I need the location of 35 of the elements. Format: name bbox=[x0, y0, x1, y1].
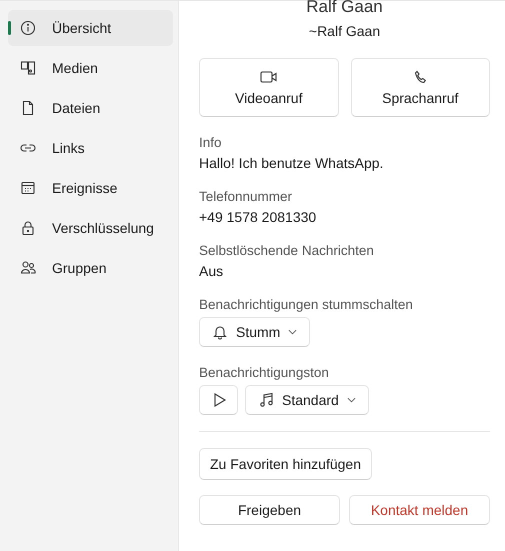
sidebar-item[interactable]: Medien bbox=[8, 50, 173, 86]
sidebar-item[interactable]: Ereignisse bbox=[8, 170, 173, 206]
field-value: +49 1578 2081330 bbox=[199, 209, 318, 225]
bell-icon bbox=[212, 324, 228, 340]
chevron-down-icon bbox=[288, 329, 298, 335]
people-icon bbox=[20, 260, 36, 276]
field-value: Aus bbox=[199, 263, 224, 279]
info-icon bbox=[20, 20, 36, 36]
sidebar-item[interactable]: Verschlüsselung bbox=[8, 210, 173, 246]
field-label: Selbstlöschende Nachrichten bbox=[199, 243, 375, 258]
field-label: Telefonnummer bbox=[199, 189, 294, 204]
report-contact-button[interactable]: Kontakt melden bbox=[349, 495, 490, 525]
music-note-icon bbox=[258, 392, 274, 408]
field-label: Benachrichtigungen stummschalten bbox=[199, 297, 414, 312]
lock-icon bbox=[20, 220, 36, 236]
calendar-icon bbox=[20, 180, 36, 196]
share-button[interactable]: Freigeben bbox=[199, 495, 340, 525]
voice-call-button[interactable]: Sprachanruf bbox=[350, 58, 490, 117]
sidebar-item[interactable]: Dateien bbox=[8, 90, 173, 126]
video-camera-icon bbox=[260, 70, 278, 84]
media-icon bbox=[20, 60, 36, 76]
add-favorite-button[interactable]: Zu Favoriten hinzufügen bbox=[199, 448, 372, 480]
field-label: Benachrichtigungston bbox=[199, 365, 330, 380]
contact-push-name: ~Ralf Gaan bbox=[308, 23, 382, 39]
play-button[interactable] bbox=[199, 385, 238, 415]
sidebar-item[interactable]: Übersicht bbox=[8, 10, 173, 46]
field-value: Hallo! Ich benutze WhatsApp. bbox=[199, 155, 384, 171]
file-icon bbox=[20, 100, 36, 116]
video-call-button[interactable]: Videoanruf bbox=[199, 58, 338, 117]
sidebar-item[interactable]: Links bbox=[8, 130, 173, 166]
sidebar-item[interactable]: Gruppen bbox=[8, 250, 173, 286]
chevron-down-icon bbox=[346, 397, 356, 403]
field-label: Info bbox=[199, 135, 223, 150]
tone-dropdown[interactable]: Standard bbox=[245, 385, 369, 415]
mute-dropdown[interactable]: Stumm bbox=[199, 317, 310, 347]
